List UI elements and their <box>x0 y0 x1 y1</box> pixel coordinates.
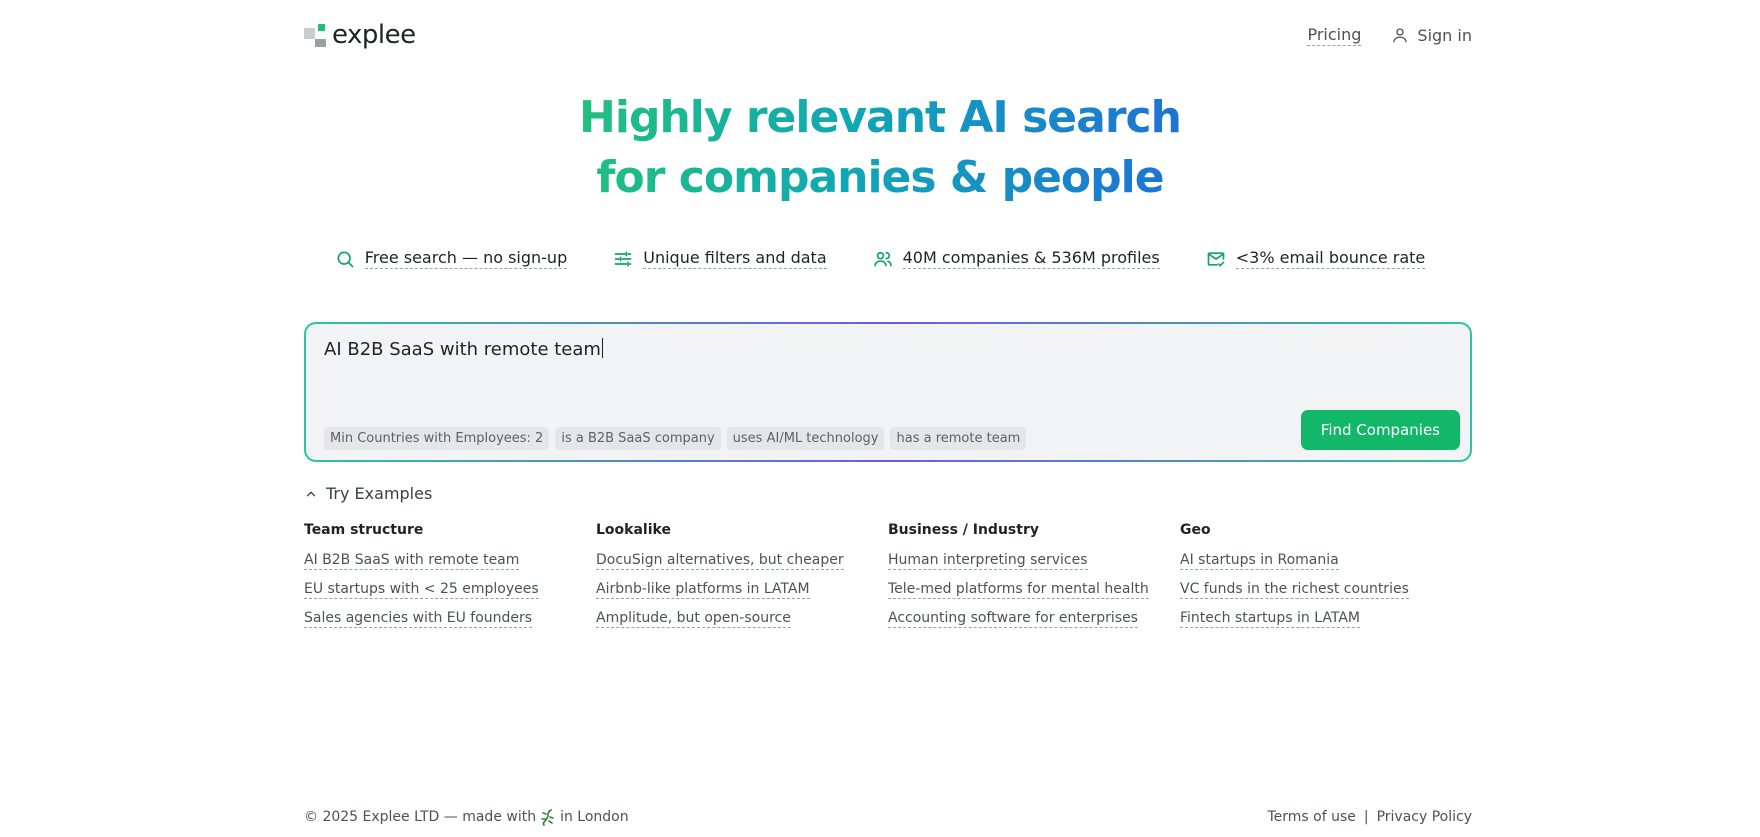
feature-companies-profiles[interactable]: 40M companies & 536M profiles <box>873 248 1160 269</box>
location-text: in London <box>560 809 629 825</box>
filter-chip[interactable]: Min Countries with Employees: 2 <box>324 427 550 450</box>
example-item[interactable]: Human interpreting services <box>888 552 1180 570</box>
example-item[interactable]: EU startups with < 25 employees <box>304 581 596 599</box>
hero-title-line2: for companies & people <box>596 152 1164 203</box>
logo-mark-icon <box>304 24 326 47</box>
hero-title-line1: Highly relevant AI search <box>579 92 1181 143</box>
text-caret <box>601 338 603 358</box>
feature-label: 40M companies & 536M profiles <box>902 248 1160 269</box>
privacy-link[interactable]: Privacy Policy <box>1377 809 1472 825</box>
logo[interactable]: explee <box>304 20 416 50</box>
example-item[interactable]: DocuSign alternatives, but cheaper <box>596 552 888 570</box>
search-input[interactable]: AI B2B SaaS with remote team <box>324 338 1452 360</box>
filter-chip[interactable]: uses AI/ML technology <box>726 427 885 450</box>
footer-links: Terms of use | Privacy Policy <box>1267 808 1472 826</box>
examples-column-geo: Geo AI startups in Romania VC funds in t… <box>1180 522 1472 639</box>
lizard-icon <box>541 809 554 826</box>
copyright-text: © 2025 Explee LTD — made with <box>304 809 537 825</box>
mail-check-icon <box>1207 251 1225 266</box>
filter-chips: Min Countries with Employees: 2 is a B2B… <box>324 427 1027 450</box>
column-title: Lookalike <box>596 522 671 538</box>
chevron-up-icon <box>306 491 316 496</box>
examples-column-business-industry: Business / Industry Human interpreting s… <box>888 522 1180 639</box>
footer-separator: | <box>1363 809 1369 825</box>
example-item[interactable]: Fintech startups in LATAM <box>1180 610 1472 628</box>
filter-chip[interactable]: is a B2B SaaS company <box>555 427 721 450</box>
find-companies-button[interactable]: Find Companies <box>1300 410 1460 450</box>
feature-label: Unique filters and data <box>643 248 827 269</box>
user-icon <box>1393 28 1408 43</box>
examples-column-lookalike: Lookalike DocuSign alternatives, but che… <box>596 522 888 639</box>
feature-bounce-rate[interactable]: <3% email bounce rate <box>1206 248 1426 269</box>
column-title: Business / Industry <box>888 522 1039 538</box>
sign-in-link[interactable]: Sign in <box>1391 26 1472 45</box>
filter-chip[interactable]: has a remote team <box>890 427 1027 450</box>
footer: © 2025 Explee LTD — made with in London … <box>304 808 1472 826</box>
example-item[interactable]: Sales agencies with EU founders <box>304 610 596 628</box>
try-examples-label: Try Examples <box>326 484 433 503</box>
top-nav: Pricing Sign in <box>1307 25 1472 46</box>
column-title: Team structure <box>304 522 424 538</box>
search-box[interactable]: AI B2B SaaS with remote team Min Countri… <box>304 322 1472 462</box>
example-item[interactable]: AI startups in Romania <box>1180 552 1472 570</box>
pricing-link[interactable]: Pricing <box>1307 25 1362 46</box>
sliders-icon <box>614 251 632 266</box>
example-item[interactable]: AI B2B SaaS with remote team <box>304 552 596 570</box>
terms-link[interactable]: Terms of use <box>1267 809 1355 825</box>
example-item[interactable]: Accounting software for enterprises <box>888 610 1180 628</box>
example-item[interactable]: Airbnb-like platforms in LATAM <box>596 581 888 599</box>
search-input-value: AI B2B SaaS with remote team <box>324 339 601 360</box>
sign-in-label: Sign in <box>1417 25 1472 45</box>
feature-free-search[interactable]: Free search — no sign-up <box>335 248 568 269</box>
example-item[interactable]: Amplitude, but open-source <box>596 610 888 628</box>
feature-list: Free search — no sign-up Unique filters … <box>0 248 1760 269</box>
try-examples-toggle[interactable]: Try Examples <box>304 484 1472 503</box>
feature-unique-filters[interactable]: Unique filters and data <box>613 248 827 269</box>
users-icon <box>873 251 892 266</box>
header: explee Pricing Sign in <box>304 18 1472 52</box>
examples-grid: Team structure AI B2B SaaS with remote t… <box>304 522 1472 639</box>
column-title: Geo <box>1180 522 1211 538</box>
example-item[interactable]: Tele-med platforms for mental health <box>888 581 1180 599</box>
feature-label: Free search — no sign-up <box>364 248 568 269</box>
hero: Highly relevant AI search for companies … <box>0 88 1760 208</box>
examples-column-team-structure: Team structure AI B2B SaaS with remote t… <box>304 522 596 639</box>
logo-text: explee <box>332 20 416 50</box>
hero-title: Highly relevant AI search for companies … <box>579 88 1181 208</box>
search-icon <box>337 251 354 267</box>
feature-label: <3% email bounce rate <box>1235 248 1426 269</box>
example-item[interactable]: VC funds in the richest countries <box>1180 581 1472 599</box>
footer-copyright: © 2025 Explee LTD — made with in London <box>304 808 629 826</box>
